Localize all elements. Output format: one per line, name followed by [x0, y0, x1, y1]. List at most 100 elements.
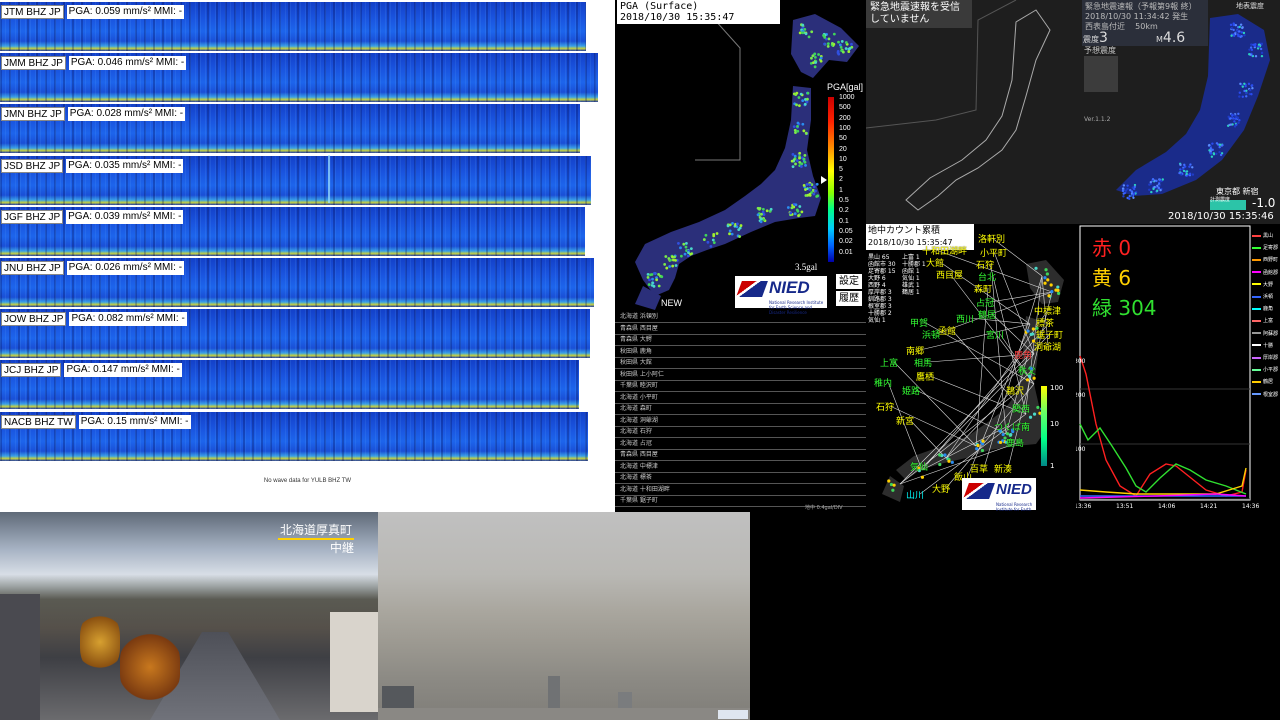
station-dot [1122, 184, 1126, 187]
station-dot [801, 31, 805, 35]
station-dot [765, 209, 769, 213]
station-dot [664, 255, 668, 258]
station-name: JSD BHZ JP [1, 158, 64, 173]
underground-list-item: 西野 4 [868, 282, 886, 289]
station-dot [797, 96, 801, 99]
station-dot [756, 213, 760, 217]
count-graph [1079, 225, 1251, 501]
pga-scale-tick: 0.05 [839, 227, 853, 235]
station-dot [674, 264, 678, 267]
station-dot [1126, 184, 1129, 187]
spectrogram-row: JMN BHZ JP PGA: 0.028 mm/s² MMI: - [0, 104, 615, 155]
station-dot [1044, 268, 1048, 272]
wave-station-name: 千葉県 睦沢町 [620, 382, 658, 389]
station-dot [653, 271, 656, 275]
station-dot [1209, 147, 1213, 150]
underground-list-1: 黒山 65 函館市 30 足寄郡 15 大野 6 西野 4 厚岸郡 3 釧路郡 3 根室郡 3… [868, 254, 896, 324]
wave-station-name: 青森県 大鰐 [620, 336, 652, 343]
eew-version: Ver.1.1.2 [1084, 116, 1111, 123]
station-dot [1230, 34, 1233, 37]
graph-y-tick: 100 [1076, 446, 1086, 453]
history-button[interactable]: 履歴 [836, 291, 862, 306]
station-dot [803, 160, 807, 164]
pga-scale-tick: 50 [839, 135, 847, 143]
underground-list-item: 雄武 1 [902, 282, 920, 289]
station-dot [980, 448, 985, 453]
underground-place-label: 新宮 [896, 417, 915, 427]
station-name: JNU BHZ JP [1, 261, 64, 275]
station-dot [1207, 144, 1211, 147]
nied-logo: NIED National Research Institute for Ear… [735, 276, 827, 315]
underground-place-label: 稚内 [874, 379, 893, 389]
station-dot [1211, 148, 1214, 152]
station-dot [1237, 34, 1240, 38]
station-dot [1189, 163, 1192, 166]
station-dot [1046, 278, 1050, 282]
station-dot [1185, 170, 1189, 173]
station-dot [1238, 118, 1241, 122]
station-dot [838, 43, 842, 47]
underground-list-item: 釧路郡 3 [868, 296, 892, 303]
wave-station-name: 北海道 小平町 [620, 393, 658, 401]
station-name: JGF BHZ JP [1, 209, 64, 224]
station-dot [1122, 195, 1125, 198]
eew-intensity: 震度3 [1083, 30, 1108, 46]
graph-series-line [1079, 467, 1247, 495]
nied-logo-2-text: NIED [962, 478, 1036, 502]
pga-timestamp: 2018/10/30 15:35:47 [620, 12, 735, 23]
station-dot [1250, 93, 1253, 96]
station-dot [810, 30, 814, 34]
underground-place-label: 石狩 [876, 403, 895, 413]
spectrogram-spike [328, 155, 330, 203]
settings-button[interactable]: 設定 [836, 274, 862, 289]
spectrogram-row: JSD BHZ JP PGA: 0.035 mm/s² MMI: - [0, 155, 615, 207]
station-dot [1128, 197, 1131, 201]
camera-1-tree [80, 612, 120, 672]
station-dot [669, 258, 672, 262]
station-dot [657, 284, 661, 288]
station-dot [1249, 46, 1253, 49]
station-dot [1191, 166, 1194, 169]
station-dot [761, 207, 765, 211]
station-dot [1260, 54, 1264, 58]
eew-issued: 2018/10/30 11:34:42 発生 [1085, 12, 1189, 21]
station-dot [813, 65, 817, 69]
station-dot [1249, 88, 1252, 92]
station-dot [1241, 85, 1244, 88]
graph-x-tick: 13:51 [1116, 503, 1134, 510]
station-dot [836, 50, 840, 53]
station-dot [1043, 281, 1047, 285]
eew-magnitude-label: M [1156, 35, 1163, 44]
wave-station-name: 北海道 標茶 [620, 474, 652, 481]
station-dot [1241, 95, 1244, 98]
wave-station-list: 北海道 浜頓別 青森県 西目屋 青森県 大鰐 秋田県 鹿角 秋田県 大館 秋田県 上小阿仁… [615, 310, 866, 510]
graph-y-tick: 200 [1076, 392, 1086, 399]
station-dot [660, 275, 664, 279]
graph-legend-item: 十勝 [1252, 342, 1273, 349]
station-reading: PGA: 0.082 mm/s² MMI: - [69, 312, 187, 327]
underground-place-label: 宮川 [986, 331, 1005, 341]
pga-scale-tick: 10 [839, 155, 847, 163]
station-name: JTM BHZ JP [1, 5, 64, 19]
station-dot [800, 210, 804, 214]
station-dot [950, 460, 954, 464]
station-dot [800, 162, 804, 166]
station-dot [646, 272, 650, 276]
station-dot [762, 213, 766, 216]
wave-station-name: 北海道 石狩 [620, 428, 652, 435]
pga-scale-tick: 100 [839, 124, 851, 132]
station-dot [819, 56, 823, 60]
station-dot [1056, 285, 1060, 289]
underground-scale-100: 100 [1050, 384, 1064, 392]
new-label: NEW [661, 298, 682, 308]
station-dot [1210, 155, 1214, 158]
station-name: NACB BHZ TW [1, 414, 76, 429]
station-dot [1032, 376, 1036, 380]
station-dot [1157, 187, 1161, 190]
spectrogram-label: JOW BHZ JP PGA: 0.082 mm/s² MMI: - [1, 312, 187, 327]
station-dot [1218, 150, 1221, 154]
station-dot [832, 32, 836, 36]
station-dot [814, 189, 817, 193]
underground-place-label: 鵜沢 [1006, 387, 1025, 397]
wave-station-name: 北海道 占冠 [620, 439, 652, 447]
